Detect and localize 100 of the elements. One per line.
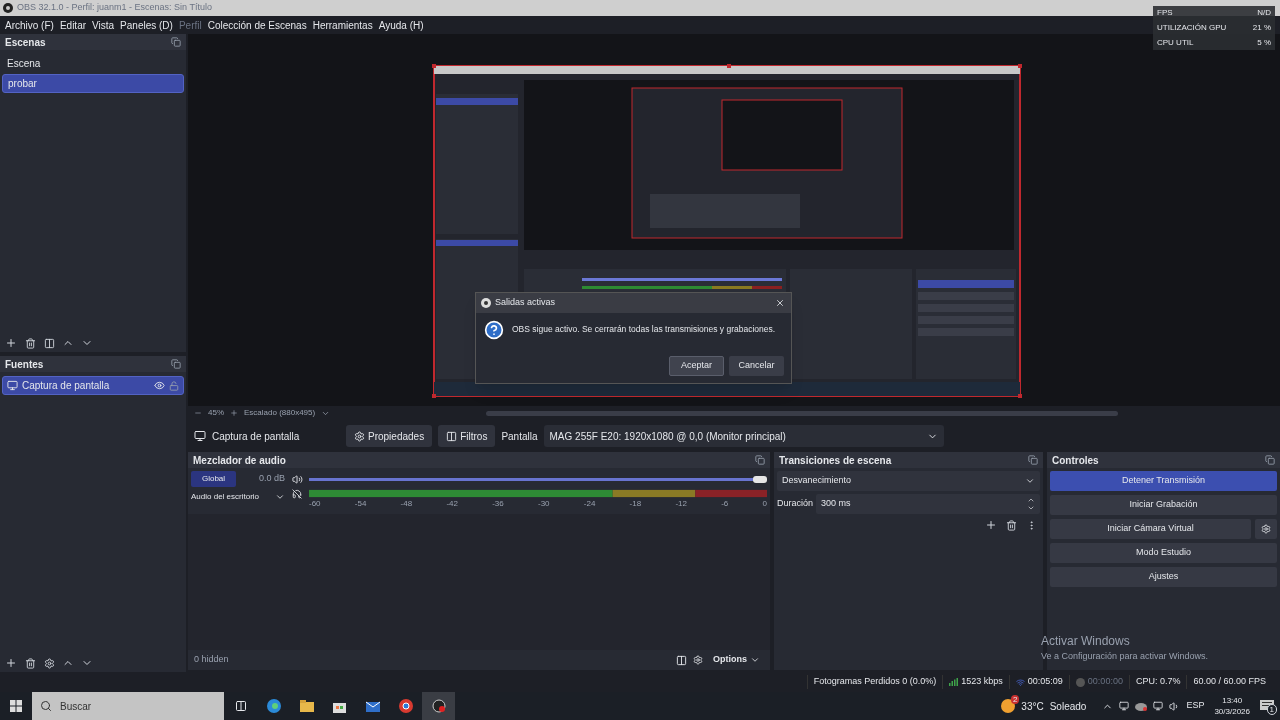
speaker-icon[interactable] (289, 473, 305, 485)
global-button[interactable]: Global (191, 471, 236, 487)
properties-button[interactable]: Propiedades (346, 425, 433, 447)
stat-value: 21 % (1252, 22, 1271, 34)
volume-reading: 0.0 dB (257, 472, 285, 486)
search-placeholder: Buscar (60, 699, 92, 714)
taskbar-search-field[interactable]: Buscar (32, 692, 224, 720)
float-icon[interactable] (171, 37, 181, 47)
control-button[interactable]: Detener Transmisión (1050, 471, 1277, 491)
menu-item[interactable]: Paneles (D) (117, 17, 176, 33)
fps-reading: 60.00 / 60.00 FPS (1186, 675, 1272, 689)
bitrate: 1523 kbps (961, 675, 1003, 689)
meter-tick: -18 (629, 498, 642, 510)
activation-subtitle: Ve a Configuración para activar Windows. (1041, 650, 1209, 663)
meter-tick: -6 (721, 498, 729, 510)
caret-icon (275, 492, 285, 502)
filters-button[interactable]: Filtros (438, 425, 496, 447)
display-label: Pantalla (501, 429, 538, 444)
channel-dropdown[interactable]: Audio del escritorio (191, 489, 285, 503)
source-item[interactable]: Captura de pantalla (2, 376, 184, 395)
float-icon[interactable] (755, 455, 765, 465)
menu-item[interactable]: Herramientas (309, 17, 376, 33)
display-value: MAG 255F E20: 1920x1080 @ 0,0 (Monitor principal) (549, 429, 787, 444)
scrollbar[interactable] (486, 410, 1119, 416)
control-button[interactable]: Modo Estudio (1050, 543, 1277, 563)
meter-tick: -60 (309, 498, 321, 510)
dialog-message: OBS sigue activo. Se cerrarán todas las transmisiones y grabaciones. (512, 323, 776, 336)
panel-title: Mezclador de audio (193, 453, 286, 468)
clock-time: 13:40 (1222, 695, 1243, 706)
float-icon[interactable] (1028, 455, 1038, 465)
float-icon[interactable] (171, 359, 181, 369)
panel-title: Controles (1052, 453, 1099, 468)
menu-item[interactable]: Archivo (F) (2, 17, 57, 33)
clock-date: 30/3/2026 (1214, 706, 1250, 717)
cloud-icon[interactable] (1135, 701, 1148, 711)
notification-count: 1 (1266, 704, 1277, 715)
eye-icon[interactable] (154, 380, 165, 391)
broadcast-icon (1015, 677, 1025, 687)
volume-slider[interactable] (309, 475, 767, 483)
app-logo-icon (481, 298, 491, 308)
gear-icon (1261, 524, 1271, 534)
window-title: OBS 32.1.0 - Perfil: juanm1 - Escenas: Sin Título (17, 1, 212, 15)
record-icon (1075, 677, 1085, 687)
hidden-count: 0 hidden (194, 653, 230, 667)
stat-value: 5 % (1257, 37, 1271, 49)
temperature: 33°C (1021, 699, 1044, 714)
app-logo-icon (3, 3, 13, 13)
dialog-button[interactable]: Aceptar (669, 356, 724, 376)
gear-icon[interactable] (693, 655, 703, 665)
stat-value: N/D (1257, 7, 1271, 19)
gear-icon (354, 430, 365, 442)
panel-title: Transiciones de escena (779, 453, 892, 468)
zoom-in-icon[interactable] (230, 409, 238, 417)
meter-tick: -54 (354, 498, 367, 510)
close-button[interactable] (774, 297, 786, 309)
headphone-off-icon[interactable] (289, 489, 305, 499)
activation-title: Activar Windows (1041, 633, 1131, 650)
dialog-button[interactable]: Cancelar (729, 356, 784, 376)
monitor-icon (194, 430, 206, 442)
close-icon (775, 298, 785, 308)
source-label: Captura de pantalla (22, 379, 111, 393)
menu-item[interactable]: Vista (89, 17, 118, 33)
menu-item[interactable]: Colección de Escenas (204, 17, 310, 33)
control-button[interactable]: Iniciar Grabación (1050, 495, 1277, 515)
meter-tick: -24 (583, 498, 596, 510)
recording-time: 00:00:00 (1087, 675, 1123, 689)
transition-name: Desvanecimiento (782, 474, 853, 488)
question-icon (484, 320, 504, 340)
transition-dropdown[interactable]: Desvanecimiento (777, 471, 1040, 491)
search-icon (40, 700, 52, 712)
scene-item[interactable]: Escena (2, 54, 184, 73)
menu-item[interactable]: Ayuda (H) (375, 17, 427, 33)
step-down-icon[interactable] (1027, 504, 1035, 512)
source-name: Captura de pantalla (212, 429, 301, 444)
meter-tick: -12 (675, 498, 687, 510)
monitor-icon (7, 380, 18, 391)
step-up-icon[interactable] (1027, 496, 1035, 504)
scene-item[interactable]: probar (2, 74, 184, 93)
recorder-app-icon[interactable] (422, 692, 455, 720)
meter-tick: -30 (538, 498, 550, 510)
dialog-title: Salidas activas (495, 296, 557, 310)
settings-button[interactable] (1255, 519, 1277, 539)
stat-label: CPU UTIL (1157, 37, 1194, 49)
signal-icon (949, 678, 959, 686)
stat-label: FPS (1157, 7, 1173, 19)
columns-icon[interactable] (676, 654, 687, 666)
control-button[interactable]: Ajustes (1050, 567, 1277, 587)
duration-field[interactable]: 300 ms (816, 494, 1040, 514)
language-indicator[interactable]: ESP (1186, 699, 1205, 713)
control-button[interactable]: Iniciar Cámara Virtual (1050, 519, 1251, 539)
windows-logo-icon (10, 700, 22, 712)
panel-title: Escenas (5, 35, 46, 50)
display-dropdown[interactable]: MAG 255F E20: 1920x1080 @ 0,0 (Monitor principal) (543, 425, 944, 447)
scaling-label: Escalado (880x495) (244, 407, 316, 419)
meter-tick: -42 (446, 498, 458, 510)
panel-title: Fuentes (5, 357, 44, 372)
menu-item[interactable]: Editar (56, 17, 90, 33)
options-button[interactable]: Options (709, 653, 764, 667)
float-icon[interactable] (1265, 455, 1275, 465)
meter-tick: -36 (492, 498, 504, 510)
